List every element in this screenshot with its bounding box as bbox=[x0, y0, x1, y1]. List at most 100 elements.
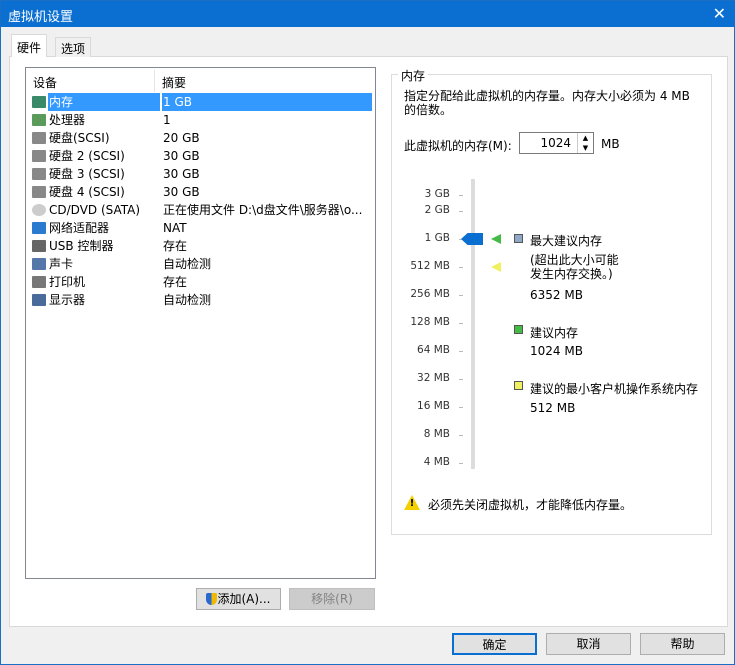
close-icon[interactable]: ✕ bbox=[713, 4, 726, 23]
memory-slider-track[interactable] bbox=[471, 179, 475, 469]
device-row[interactable]: 显示器 自动检测 bbox=[32, 291, 372, 309]
device-name: 显示器 bbox=[49, 293, 86, 307]
device-name: 硬盘 4 (SCSI) bbox=[49, 185, 125, 199]
tab-hardware[interactable]: 硬件 bbox=[11, 34, 48, 57]
max-label: 最大建议内存 bbox=[530, 234, 603, 248]
device-row[interactable]: CD/DVD (SATA) 正在使用文件 D:\d盘文件\服务器\o... bbox=[32, 201, 372, 219]
scale-label: 64 MB bbox=[417, 344, 450, 356]
memory-group-title: 内存 bbox=[398, 67, 429, 84]
device-row[interactable]: 网络适配器 NAT bbox=[32, 219, 372, 237]
memory-input[interactable]: 1024 bbox=[540, 136, 571, 150]
scale-tick bbox=[459, 463, 463, 464]
scale-label: 16 MB bbox=[417, 400, 450, 412]
scale-label: 2 GB bbox=[424, 204, 450, 216]
hard-disk-icon bbox=[32, 168, 46, 180]
device-name: 硬盘 3 (SCSI) bbox=[49, 167, 125, 181]
hard-disk-icon bbox=[32, 132, 46, 144]
max-legend-icon bbox=[514, 234, 523, 243]
memory-description: 指定分配给此虚拟机的内存量。内存大小必须为 4 MB 的倍数。 bbox=[404, 89, 690, 117]
min-value: 512 MB bbox=[530, 401, 576, 415]
device-summary: 30 GB bbox=[163, 149, 200, 163]
device-summary: 1 GB bbox=[162, 93, 372, 111]
device-name: 处理器 bbox=[49, 113, 86, 127]
add-button[interactable]: 添加(A)... bbox=[196, 588, 281, 610]
scale-tick bbox=[459, 435, 463, 436]
device-summary: 存在 bbox=[163, 239, 188, 253]
device-row[interactable]: 处理器 1 bbox=[32, 111, 372, 129]
scale-tick bbox=[459, 379, 463, 380]
scale-tick bbox=[459, 195, 463, 196]
scale-label: 4 MB bbox=[423, 456, 450, 468]
scale-label: 512 MB bbox=[410, 260, 450, 272]
max-note: (超出此大小可能发生内存交换。) bbox=[530, 253, 619, 281]
scale-tick bbox=[459, 407, 463, 408]
cancel-button[interactable]: 取消 bbox=[546, 633, 631, 655]
device-summary: 存在 bbox=[163, 275, 188, 289]
device-summary: 自动检测 bbox=[163, 293, 212, 307]
remove-button[interactable]: 移除(R) bbox=[289, 588, 375, 610]
device-row[interactable]: USB 控制器 存在 bbox=[32, 237, 372, 255]
cpu-icon bbox=[32, 114, 46, 126]
scale-tick bbox=[459, 323, 463, 324]
device-name: 打印机 bbox=[49, 275, 86, 289]
spin-up-icon[interactable]: ▲ bbox=[578, 133, 593, 143]
device-name: 声卡 bbox=[49, 257, 74, 271]
device-row[interactable]: 打印机 存在 bbox=[32, 273, 372, 291]
monitor-icon bbox=[32, 294, 46, 306]
device-name: USB 控制器 bbox=[49, 239, 114, 253]
device-list[interactable]: 设备 摘要 内存 1 GB 处理器 1 硬盘(SCSI) 20 GB 硬盘 2 (SCSI)… bbox=[25, 67, 376, 579]
device-summary: 20 GB bbox=[163, 131, 200, 145]
cd-icon bbox=[32, 204, 46, 216]
rec-label: 建议内存 bbox=[530, 326, 579, 340]
device-row[interactable]: 硬盘 4 (SCSI) 30 GB bbox=[32, 183, 372, 201]
device-name: 硬盘 2 (SCSI) bbox=[49, 149, 125, 163]
network-icon bbox=[32, 222, 46, 234]
scale-label: 1 GB bbox=[424, 232, 450, 244]
column-header-device[interactable]: 设备 bbox=[33, 74, 57, 92]
memory-unit: MB bbox=[601, 137, 620, 151]
tab-options[interactable]: 选项 bbox=[55, 37, 92, 57]
hard-disk-icon bbox=[32, 150, 46, 162]
shield-icon bbox=[206, 593, 218, 605]
window-title: 虚拟机设置 bbox=[8, 10, 74, 25]
device-row[interactable]: 硬盘 2 (SCSI) 30 GB bbox=[32, 147, 372, 165]
device-name: 网络适配器 bbox=[49, 221, 110, 235]
device-summary: 正在使用文件 D:\d盘文件\服务器\o... bbox=[163, 203, 363, 217]
rec-legend-icon bbox=[514, 325, 523, 334]
device-name: 内存 bbox=[48, 93, 160, 111]
device-summary: 30 GB bbox=[163, 185, 200, 199]
device-summary: 自动检测 bbox=[163, 257, 212, 271]
scale-label: 3 GB bbox=[424, 188, 450, 200]
help-button[interactable]: 帮助 bbox=[640, 633, 725, 655]
device-row[interactable]: 声卡 自动检测 bbox=[32, 255, 372, 273]
device-summary: 1 bbox=[163, 113, 171, 127]
scale-label: 256 MB bbox=[410, 288, 450, 300]
sound-icon bbox=[32, 258, 46, 270]
scale-tick bbox=[459, 267, 463, 268]
column-header-summary[interactable]: 摘要 bbox=[162, 74, 186, 92]
printer-icon bbox=[32, 276, 46, 288]
scale-tick bbox=[459, 351, 463, 352]
device-summary: 30 GB bbox=[163, 167, 200, 181]
scale-tick bbox=[459, 211, 463, 212]
device-row[interactable]: 内存 1 GB bbox=[32, 93, 372, 111]
device-row[interactable]: 硬盘 3 (SCSI) 30 GB bbox=[32, 165, 372, 183]
add-button-label: 添加(A)... bbox=[217, 592, 271, 606]
hard-disk-icon bbox=[32, 186, 46, 198]
max-value: 6352 MB bbox=[530, 288, 583, 302]
memory-icon bbox=[32, 96, 46, 108]
memory-field-label: 此虚拟机的内存(M): bbox=[404, 139, 512, 153]
device-summary: NAT bbox=[163, 221, 187, 235]
spin-down-icon[interactable]: ▼ bbox=[578, 143, 593, 153]
usb-icon bbox=[32, 240, 46, 252]
memory-spinbox[interactable]: 1024 ▲ ▼ bbox=[519, 132, 594, 154]
device-name: 硬盘(SCSI) bbox=[49, 131, 110, 145]
scale-label: 8 MB bbox=[423, 428, 450, 440]
ok-button[interactable]: 确定 bbox=[452, 633, 537, 655]
scale-label: 32 MB bbox=[417, 372, 450, 384]
device-row[interactable]: 硬盘(SCSI) 20 GB bbox=[32, 129, 372, 147]
scale-tick bbox=[459, 295, 463, 296]
title-bar: 虚拟机设置 ✕ bbox=[1, 1, 735, 27]
warning-text: 必须先关闭虚拟机，才能降低内存量。 bbox=[428, 498, 633, 512]
min-label: 建议的最小客户机操作系统内存 bbox=[530, 382, 699, 396]
